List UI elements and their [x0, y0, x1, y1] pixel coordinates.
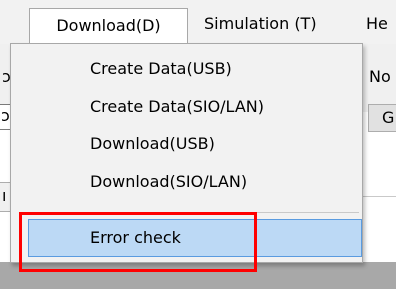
menu-item-label: Download(USB) — [90, 134, 215, 153]
menu-simulation[interactable]: Simulation (T) — [204, 9, 317, 39]
background-button[interactable]: G — [368, 104, 396, 132]
menu-item-create-data-sio-lan[interactable]: Create Data(SIO/LAN) — [11, 89, 362, 127]
menu-download[interactable]: Download(D) — [29, 8, 188, 43]
menu-help[interactable]: He — [366, 9, 388, 39]
background-text-fragment: No — [369, 67, 391, 86]
menu-item-download-sio-lan[interactable]: Download(SIO/LAN) — [11, 164, 362, 202]
background-button-label: G — [382, 108, 395, 127]
menu-item-download-usb[interactable]: Download(USB) — [11, 126, 362, 164]
menu-item-label: Create Data(USB) — [90, 59, 232, 78]
menu-item-label: Download(SIO/LAN) — [90, 172, 248, 191]
menu-item-label: Create Data(SIO/LAN) — [90, 97, 264, 116]
highlight-annotation-box — [19, 212, 257, 272]
menu-item-create-data-usb[interactable]: Create Data(USB) — [11, 51, 362, 89]
background-divider — [360, 196, 396, 197]
menu-bar: Download(D) Simulation (T) He — [0, 0, 396, 44]
